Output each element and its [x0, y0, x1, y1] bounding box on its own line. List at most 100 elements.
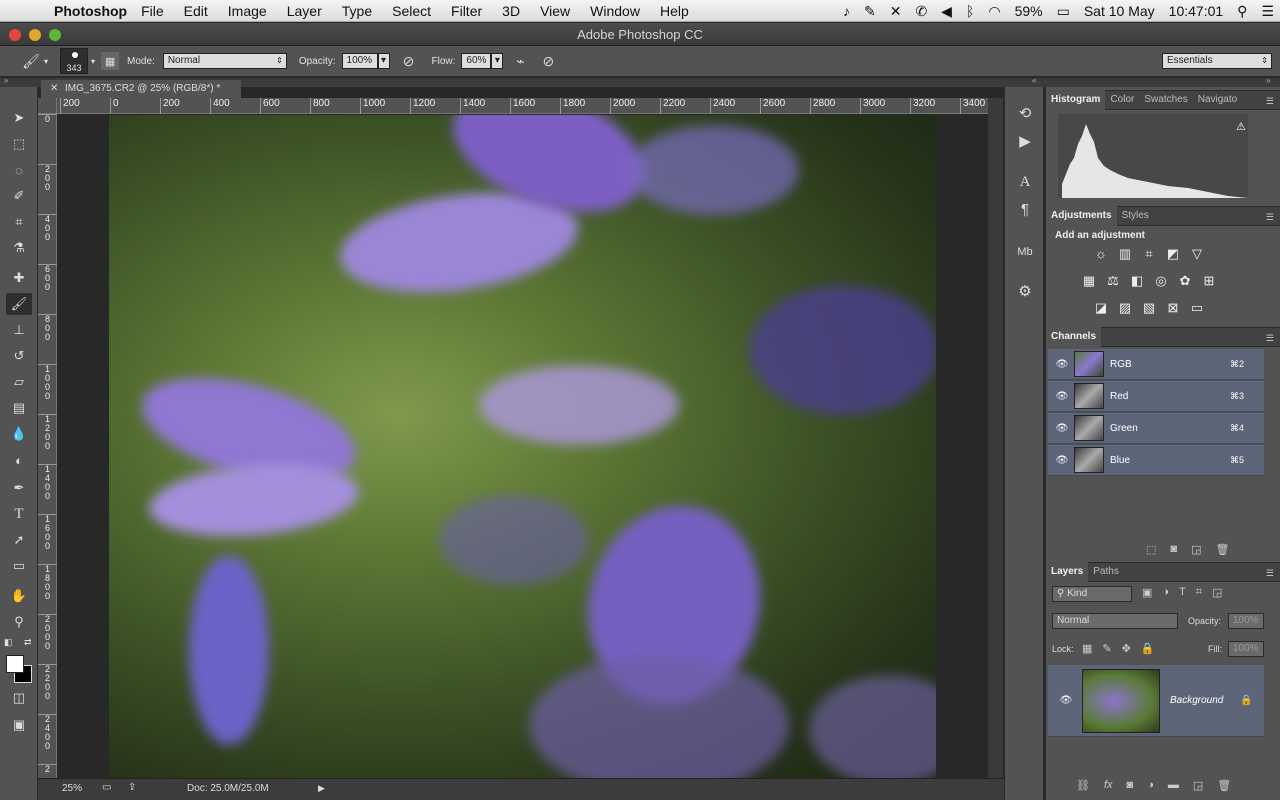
clock[interactable]: 10:47:01 [1169, 3, 1224, 19]
spot-healing-tool-icon[interactable]: ✚ [6, 267, 32, 289]
layer-lock-icon[interactable]: 🔒 [1240, 695, 1252, 706]
gradient-tool-icon[interactable]: ▤ [6, 397, 32, 419]
channel-row-red[interactable]: 👁 Red ⌘3 [1048, 381, 1264, 412]
lock-transparent-icon[interactable]: ▦ [1082, 642, 1092, 655]
tools-icon[interactable]: ✕ [890, 3, 902, 20]
new-group-icon[interactable]: ▬ [1168, 779, 1179, 792]
history-brush-tool-icon[interactable]: ↺ [6, 345, 32, 367]
ruler-origin[interactable] [38, 98, 57, 114]
link-layers-icon[interactable]: ⛓ [1076, 779, 1090, 792]
collapse-icons-icon[interactable]: « [1032, 76, 1036, 85]
invert-icon[interactable]: ◪ [1092, 300, 1110, 316]
pressure-size-icon[interactable]: ⊘ [537, 50, 559, 72]
blend-mode-select[interactable]: Normal [1052, 613, 1178, 629]
pen-tool-icon[interactable]: ✒ [6, 477, 32, 499]
type-filter-icon[interactable]: T [1179, 586, 1186, 599]
delete-channel-icon[interactable]: 🗑 [1215, 543, 1229, 559]
tab-navigator[interactable]: Navigato [1193, 90, 1242, 110]
eye-icon[interactable]: 👁 [1052, 455, 1072, 466]
delete-layer-icon[interactable]: 🗑 [1217, 779, 1231, 792]
brightness-contrast-icon[interactable]: ☼ [1092, 246, 1110, 262]
workspace-switcher[interactable]: Essentials ⇕ [1162, 53, 1272, 69]
menu-image[interactable]: Image [228, 3, 267, 19]
brush-tool-icon[interactable]: 🖌 [20, 50, 42, 72]
mode-select[interactable]: Normal ⇕ [162, 53, 287, 69]
black-white-icon[interactable]: ◧ [1128, 273, 1146, 289]
tab-swatches[interactable]: Swatches [1139, 90, 1192, 110]
menu-type[interactable]: Type [342, 3, 372, 19]
tool-preset-dropdown-icon[interactable]: ▾ [44, 57, 48, 66]
channel-row-green[interactable]: 👁 Green ⌘4 [1048, 413, 1264, 444]
pen-tool-icon[interactable]: ✎ [864, 3, 876, 20]
zoom-level[interactable]: 25% [62, 783, 82, 794]
posterize-icon[interactable]: ▨ [1116, 300, 1134, 316]
layer-filter-select[interactable]: ⚲ Kind [1052, 586, 1132, 602]
eye-icon[interactable]: 👁 [1052, 391, 1072, 402]
type-tool-icon[interactable]: T [6, 503, 32, 525]
eye-icon[interactable]: 👁 [1052, 359, 1072, 370]
move-tool-icon[interactable]: ➤ [6, 107, 32, 129]
gradient-map-icon[interactable]: ▭ [1188, 300, 1206, 316]
mini-bridge-icon[interactable]: Mb [1014, 241, 1036, 263]
tab-color[interactable]: Color [1105, 90, 1139, 110]
eye-icon[interactable]: 👁 [1054, 695, 1078, 706]
panel-menu-icon[interactable]: ☰ [1266, 333, 1274, 344]
flow-input[interactable]: 60% [461, 53, 492, 69]
marquee-tool-icon[interactable]: ⬚ [6, 133, 32, 155]
zoom-window-button[interactable] [49, 29, 61, 41]
wifi-icon[interactable]: ◠ [988, 3, 1000, 20]
eye-icon[interactable]: 👁 [1052, 423, 1072, 434]
smart-object-filter-icon[interactable]: ◲ [1212, 586, 1222, 599]
load-selection-icon[interactable]: ⬚ [1146, 543, 1156, 559]
shape-tool-icon[interactable]: ▭ [6, 555, 32, 577]
document-canvas[interactable] [109, 115, 936, 778]
horizontal-ruler[interactable]: 200 0 200 400 600 800 1000 1200 1400 1600 1800 2000… [57, 98, 988, 114]
brush-preset-dropdown-icon[interactable]: ▾ [91, 57, 95, 66]
new-layer-icon[interactable]: ◲ [1193, 779, 1203, 792]
panel-menu-icon[interactable]: ☰ [1266, 212, 1274, 223]
threshold-icon[interactable]: ▧ [1140, 300, 1158, 316]
vibrance-icon[interactable]: ▽ [1188, 246, 1206, 262]
menu-filter[interactable]: Filter [451, 3, 482, 19]
quick-mask-icon[interactable]: ◫ [6, 687, 32, 709]
hand-tool-icon[interactable]: ✋ [6, 585, 32, 607]
add-mask-icon[interactable]: ◙ [1127, 779, 1134, 792]
channel-row-blue[interactable]: 👁 Blue ⌘5 [1048, 445, 1264, 476]
lasso-tool-icon[interactable]: ◌ [6, 159, 32, 181]
music-icon[interactable]: ♪ [843, 3, 850, 19]
properties-panel-icon[interactable]: ⚙ [1014, 281, 1036, 303]
new-adjustment-layer-icon[interactable]: ◑ [1147, 779, 1154, 792]
fill-input[interactable]: 100% [1228, 641, 1264, 657]
shape-filter-icon[interactable]: ⌗ [1196, 586, 1202, 599]
opacity-dropdown[interactable]: ▾ [377, 53, 390, 69]
curves-icon[interactable]: ⌗ [1140, 246, 1158, 262]
status-info-icon[interactable]: ▭ [102, 782, 111, 793]
opacity-input[interactable]: 100% [341, 53, 378, 69]
lock-all-icon[interactable]: 🔒 [1141, 642, 1155, 655]
blur-tool-icon[interactable]: 💧 [6, 423, 32, 445]
brush-tool-icon[interactable]: 🖌 [6, 293, 32, 315]
pressure-opacity-icon[interactable]: ⊘ [398, 50, 420, 72]
character-panel-icon[interactable]: A [1014, 171, 1036, 193]
clone-stamp-tool-icon[interactable]: ⊥ [6, 319, 32, 341]
color-lookup-icon[interactable]: ⊞ [1200, 273, 1218, 289]
brush-preset-picker[interactable]: 343 [60, 48, 89, 74]
eyedropper-tool-icon[interactable]: ⚗ [6, 237, 32, 259]
eraser-tool-icon[interactable]: ▱ [6, 371, 32, 393]
bluetooth-icon[interactable]: ᛒ [966, 3, 974, 19]
crop-tool-icon[interactable]: ⌗ [6, 211, 32, 233]
phone-icon[interactable]: ✆ [915, 3, 927, 20]
panel-menu-icon[interactable]: ☰ [1266, 568, 1274, 579]
brush-panel-toggle-icon[interactable]: ▦ [101, 52, 120, 70]
tab-adjustments[interactable]: Adjustments [1046, 206, 1117, 226]
tab-styles[interactable]: Styles [1117, 206, 1154, 226]
status-menu-arrow-icon[interactable]: ▶ [318, 783, 325, 794]
flow-dropdown[interactable]: ▾ [491, 53, 504, 69]
share-icon[interactable]: ⇪ [128, 782, 136, 793]
document-tab[interactable]: ✕ IMG_3675.CR2 @ 25% (RGB/8*) * [41, 80, 241, 98]
layer-opacity-input[interactable]: 100% [1228, 613, 1264, 629]
tab-paths[interactable]: Paths [1088, 562, 1124, 582]
selective-color-icon[interactable]: ⊠ [1164, 300, 1182, 316]
tab-layers[interactable]: Layers [1046, 562, 1089, 582]
battery-icon[interactable]: ▭ [1057, 3, 1070, 20]
